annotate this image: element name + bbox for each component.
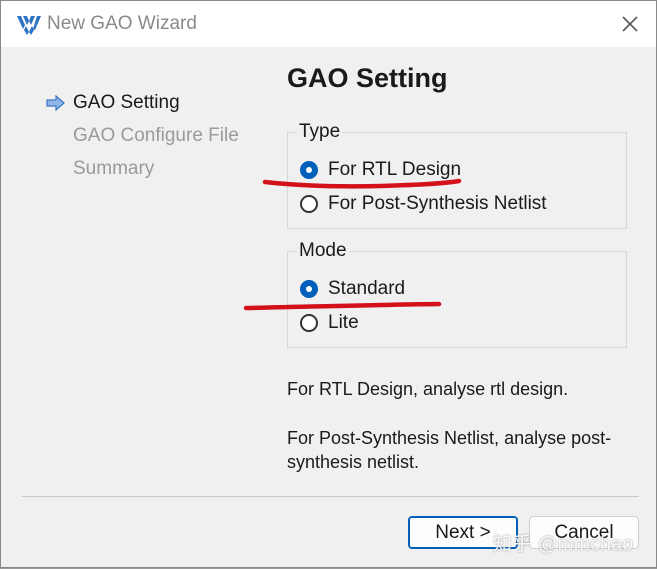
radio-label: For Post-Synthesis Netlist — [328, 193, 547, 214]
watermark: 知乎 @mmchao — [493, 534, 634, 555]
page-title: GAO Setting — [287, 63, 448, 93]
radio-label: For RTL Design — [328, 159, 462, 180]
footer-separator — [22, 496, 639, 497]
title-bar: New GAO Wizard — [1, 1, 656, 47]
radio-lite[interactable]: Lite — [300, 310, 359, 336]
radio-for-post-synthesis-netlist[interactable]: For Post-Synthesis Netlist — [300, 191, 547, 217]
radio-label: Standard — [328, 278, 406, 299]
radio-unchecked-icon[interactable] — [300, 314, 318, 332]
step-gao-setting: GAO Setting — [46, 89, 239, 122]
close-icon[interactable] — [618, 12, 642, 36]
wizard-steps: GAO Setting GAO Configure File Summary — [46, 89, 239, 188]
window-title: New GAO Wizard — [47, 13, 197, 34]
step-label: Summary — [73, 158, 155, 179]
type-group-label: Type — [297, 121, 343, 143]
description-post-line-2: synthesis netlist. — [287, 452, 420, 472]
description-post-line-1: For Post-Synthesis Netlist, analyse post… — [287, 428, 612, 448]
gowin-logo-icon — [17, 16, 41, 35]
radio-checked-icon[interactable] — [300, 280, 318, 298]
step-summary: Summary — [46, 155, 239, 188]
radio-checked-icon[interactable] — [300, 161, 318, 179]
step-label: GAO Setting — [73, 92, 180, 113]
wizard-dialog: New GAO Wizard GAO Setting GAO Configure… — [0, 0, 657, 568]
step-gao-configure-file: GAO Configure File — [46, 122, 239, 155]
radio-label: Lite — [328, 312, 359, 333]
radio-for-rtl-design[interactable]: For RTL Design — [300, 157, 461, 183]
radio-standard[interactable]: Standard — [300, 276, 405, 302]
radio-unchecked-icon[interactable] — [300, 195, 318, 213]
current-step-arrow-icon — [46, 95, 65, 111]
step-label: GAO Configure File — [73, 125, 239, 146]
description-rtl: For RTL Design, analyse rtl design. — [287, 379, 569, 399]
mode-group-label: Mode — [297, 240, 349, 262]
